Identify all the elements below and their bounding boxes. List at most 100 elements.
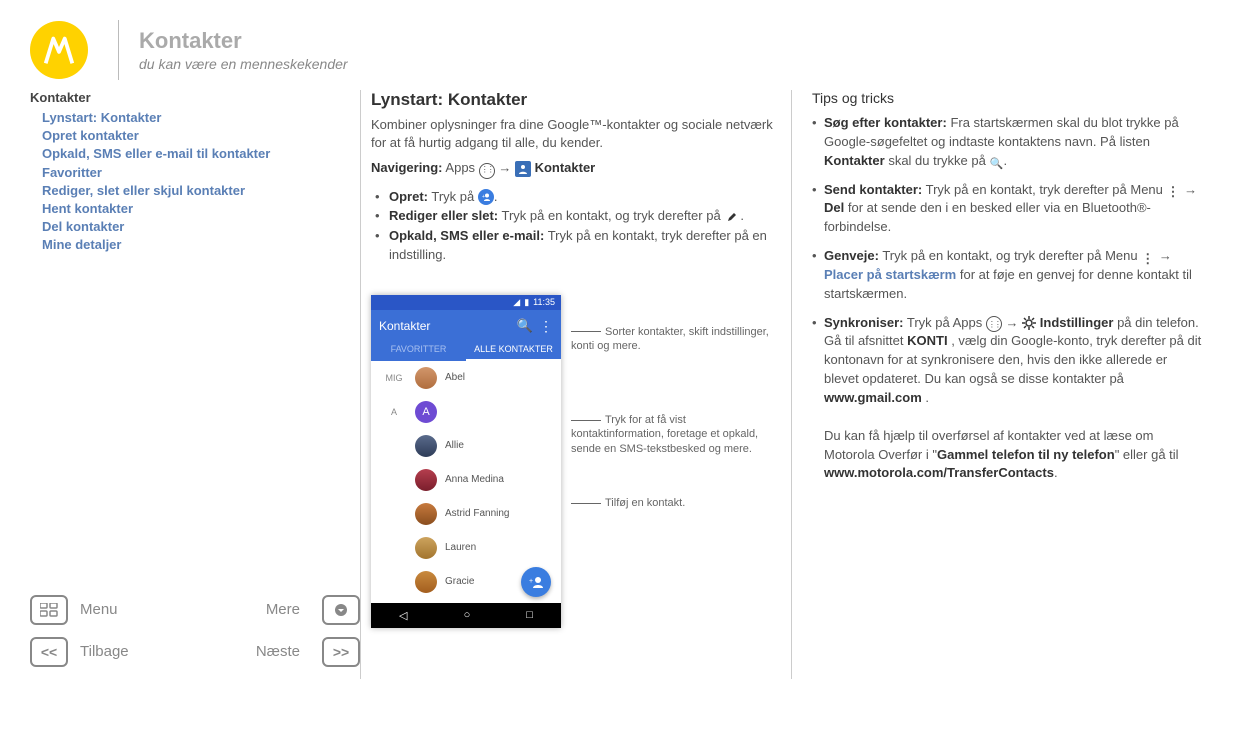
tip-extra-url: www.motorola.com/TransferContacts — [824, 465, 1054, 480]
bullet-call: Opkald, SMS eller e-mail: Tryk på en kon… — [379, 226, 781, 265]
nav-contacts-text: Kontakter — [535, 160, 596, 175]
page-header: Kontakter du kan være en menneskekender — [0, 0, 1234, 90]
tip-bold: Kontakter — [824, 153, 885, 168]
tip-lead: Genveje: — [824, 248, 879, 263]
list-row[interactable]: Anna Medina — [371, 463, 561, 497]
tips-list: Søg efter kontakter: Fra startskærmen sk… — [812, 114, 1204, 483]
avatar — [415, 537, 437, 559]
more-label[interactable]: Mere — [230, 601, 300, 618]
page-subtitle: du kan være en menneskekender — [139, 56, 348, 72]
sidebar-item-quickstart[interactable]: Lynstart: Kontakter — [42, 109, 360, 127]
phone-list: MIG Abel A A Allie — [371, 361, 561, 603]
callout-top-text: Sorter kontakter, skift indstillinger, k… — [571, 326, 769, 352]
list-row[interactable]: Astrid Fanning — [371, 497, 561, 531]
arrow: → — [1159, 248, 1172, 263]
motorola-m-icon — [40, 31, 78, 69]
tip-bold: KONTI — [907, 333, 947, 348]
svg-text:+: + — [482, 194, 485, 200]
tip-text: Tryk på en kontakt, tryk derefter på Men… — [926, 182, 1163, 197]
next-label[interactable]: Næste — [230, 643, 300, 660]
tip-bold: Del — [824, 200, 844, 215]
bullet-edit: Rediger eller slet: Tryk på en kontakt, … — [379, 206, 781, 226]
sidebar-item-favorites[interactable]: Favoritter — [42, 164, 360, 182]
tab-all-contacts[interactable]: ALLE KONTAKTER — [466, 339, 561, 361]
sidebar-item-get[interactable]: Hent kontakter — [42, 200, 360, 218]
back-label[interactable]: Tilbage — [80, 643, 170, 660]
tip-text: for at sende den i en besked eller via e… — [824, 200, 1151, 234]
sidebar-item-call-sms-email[interactable]: Opkald, SMS eller e-mail til kontakter — [42, 145, 360, 163]
callout-bottom: Tilføj en kontakt. — [571, 496, 781, 510]
header-divider — [118, 20, 119, 80]
phone-appbar: Kontakter 🔍 ⋮ — [371, 310, 561, 339]
avatar — [415, 571, 437, 593]
battery-icon: ▮ — [524, 297, 529, 308]
page-title: Kontakter — [139, 28, 348, 54]
fab-add-contact[interactable]: + — [521, 567, 551, 597]
sidebar-item-edit-delete-hide[interactable]: Rediger, slet eller skjul kontakter — [42, 182, 360, 200]
section-mig: MIG — [381, 373, 407, 383]
arrow: → — [1006, 315, 1019, 330]
menu-icon[interactable] — [30, 595, 68, 625]
callout-bottom-text: Tilføj en kontakt. — [605, 497, 685, 509]
list-row-me[interactable]: MIG Abel — [371, 361, 561, 395]
tip-url: www.gmail.com — [824, 390, 922, 405]
tip-text: Tryk på Apps — [907, 315, 982, 330]
tip-text: Tryk på en kontakt, og tryk derefter på … — [882, 248, 1137, 263]
back-nav-icon[interactable]: ◁ — [399, 609, 407, 622]
tip-link[interactable]: Placer på startskærm — [824, 267, 956, 282]
tab-favorites[interactable]: FAVORITTER — [371, 339, 466, 361]
list-row-a-header[interactable]: A A — [371, 395, 561, 429]
tip-text: skal du trykke på — [888, 153, 986, 168]
next-icon[interactable]: >> — [322, 637, 360, 667]
article-intro: Kombiner oplysninger fra dine Google™-ko… — [371, 116, 781, 151]
overflow-menu-icon[interactable]: ⋮ — [539, 318, 553, 335]
tip-text: . — [925, 390, 929, 405]
bullet-create-label: Opret: — [389, 189, 428, 204]
phone-callouts: Sorter kontakter, skift indstillinger, k… — [571, 295, 781, 628]
tip-send: Send kontakter: Tryk på en kontakt, tryk… — [812, 181, 1204, 238]
bullet-create: Opret: Tryk på + . — [379, 187, 781, 207]
gear-icon — [1022, 316, 1036, 330]
svg-text:+: + — [529, 578, 533, 585]
tip-shortcuts: Genveje: Tryk på en kontakt, og tryk der… — [812, 247, 1204, 304]
phone-statusbar: ◢ ▮ 11:35 — [371, 295, 561, 310]
arrow: → — [1184, 182, 1197, 197]
tip-lead: Synkroniser: — [824, 315, 903, 330]
nav-arrow: → — [498, 160, 511, 175]
menu-label[interactable]: Menu — [80, 601, 170, 618]
more-icon[interactable] — [322, 595, 360, 625]
sidebar-title: Kontakter — [30, 90, 360, 105]
search-icon[interactable]: 🔍 — [517, 318, 533, 334]
section-a: A — [381, 407, 407, 417]
contact-name: Anna Medina — [445, 474, 504, 485]
list-row[interactable]: Allie — [371, 429, 561, 463]
avatar — [415, 367, 437, 389]
magnifier-icon — [989, 154, 1003, 168]
pencil-icon — [724, 209, 740, 225]
tips-title: Tips og tricks — [812, 90, 1204, 106]
navigation-line: Navigering: Apps → Kontakter — [371, 159, 781, 178]
tip-extra-text: " eller gå til — [1115, 447, 1179, 462]
tip-extra-bold: Gammel telefon til ny telefon — [937, 447, 1115, 462]
list-row[interactable]: Lauren — [371, 531, 561, 565]
phone-app-title: Kontakter — [379, 319, 511, 333]
sidebar-item-create[interactable]: Opret kontakter — [42, 127, 360, 145]
sidebar-item-my-details[interactable]: Mine detaljer — [42, 236, 360, 254]
add-contact-icon: + — [478, 189, 494, 205]
sidebar-item-share[interactable]: Del kontakter — [42, 218, 360, 236]
menu-dots-icon — [1141, 250, 1155, 264]
contact-name: Abel — [445, 372, 465, 383]
home-nav-icon[interactable]: ○ — [464, 609, 471, 622]
avatar — [415, 503, 437, 525]
footer-nav: Menu Mere << Tilbage Næste >> — [30, 595, 360, 667]
tip-sync: Synkroniser: Tryk på Apps → Indstillinge… — [812, 314, 1204, 484]
nav-apps-text: Apps — [445, 160, 475, 175]
contact-name: Lauren — [445, 542, 476, 553]
apps-icon — [986, 316, 1002, 332]
contact-name: Astrid Fanning — [445, 508, 509, 519]
back-icon[interactable]: << — [30, 637, 68, 667]
recent-nav-icon[interactable]: □ — [526, 609, 533, 622]
phone-mockup: ◢ ▮ 11:35 Kontakter 🔍 ⋮ FAVORITTER ALLE … — [371, 295, 561, 628]
phone-tabs: FAVORITTER ALLE KONTAKTER — [371, 339, 561, 361]
tip-extra-text: . — [1054, 465, 1058, 480]
